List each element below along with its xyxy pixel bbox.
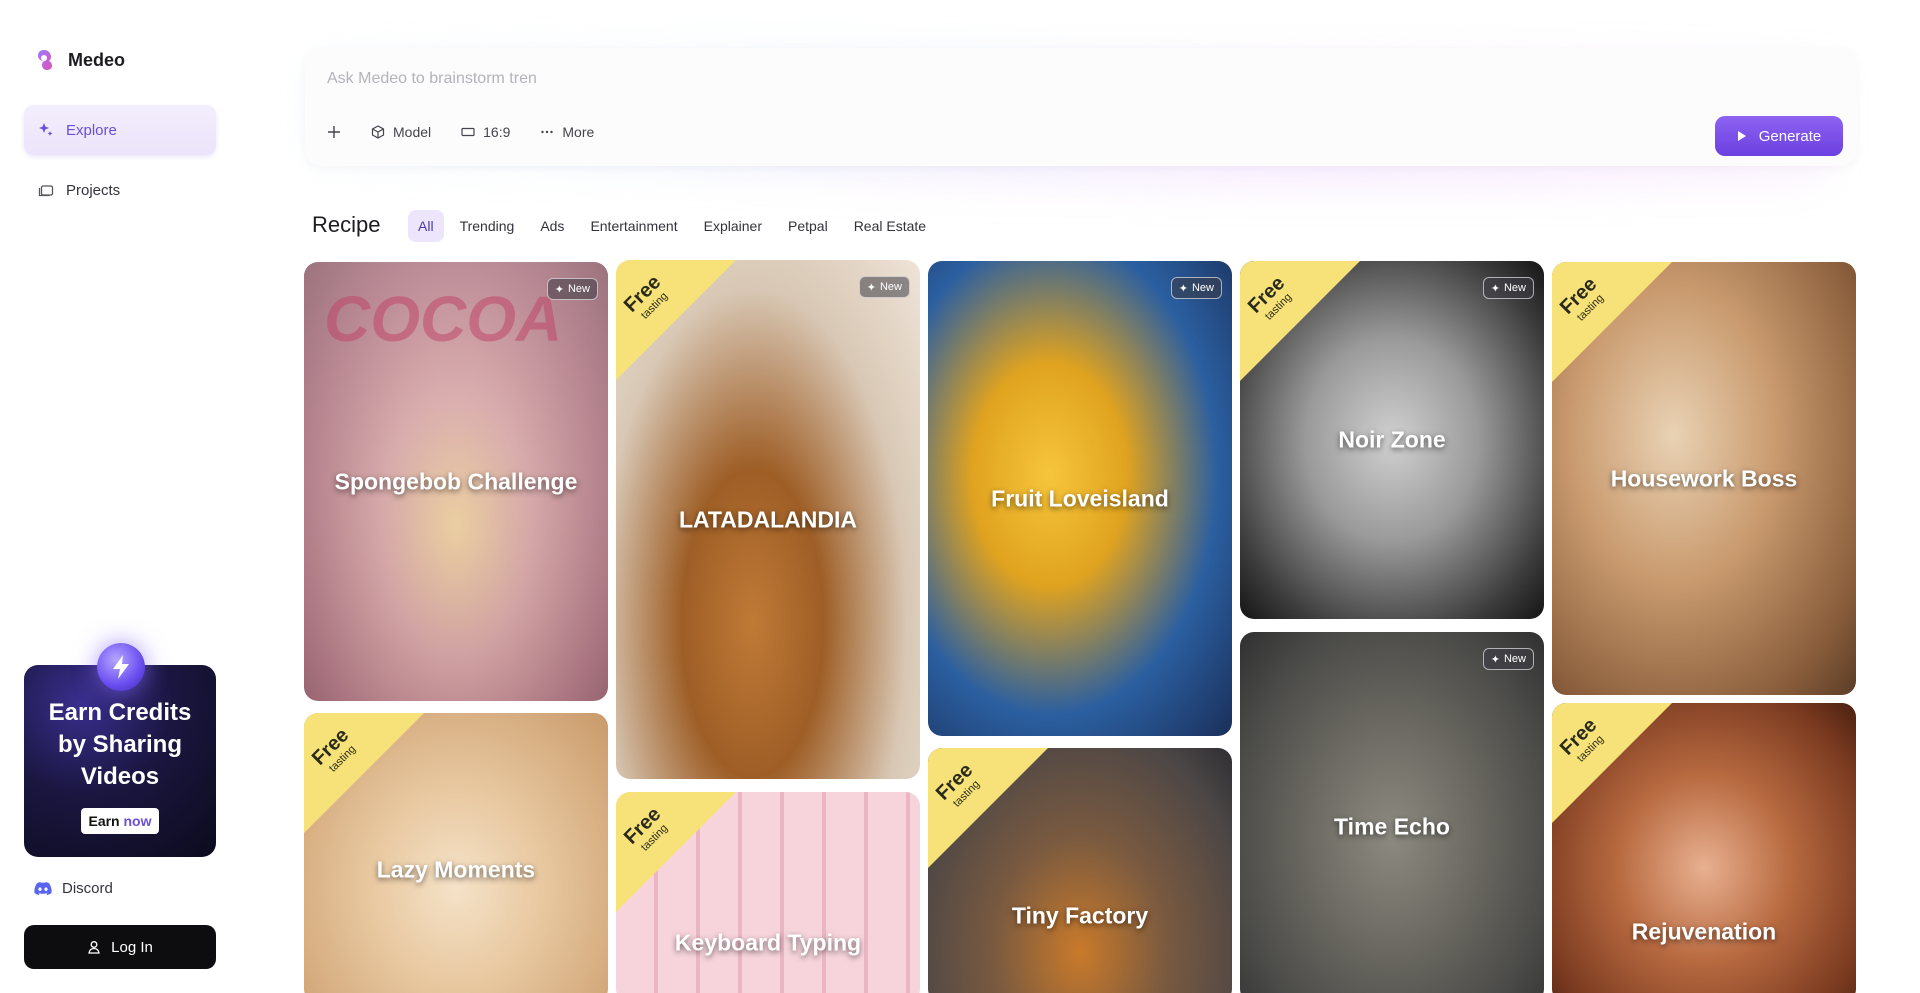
sidebar-item-label: Projects (66, 181, 121, 199)
more-button[interactable]: More (540, 124, 594, 140)
new-badge-label: New (879, 281, 902, 293)
ribbon-shape (1240, 261, 1360, 381)
earn-now-prefix: Earn (88, 813, 124, 829)
plus-icon (328, 126, 340, 138)
generate-label: Generate (1758, 127, 1822, 145)
new-badge: ✦ New (1482, 277, 1534, 299)
recipe-heading: Recipe (312, 212, 381, 237)
free-tasting-ribbon: Free tasting (1552, 703, 1672, 823)
recipe-card-spongebob-challenge[interactable]: COCOA ✦ New Spongebob Challenge (304, 262, 608, 701)
cube-icon (371, 125, 385, 139)
sparkle-icon: ✦ (866, 281, 876, 294)
graffiti-text: COCOA (324, 283, 563, 355)
new-badge: ✦ New (546, 278, 598, 300)
new-badge: ✦ New (1170, 277, 1222, 299)
new-badge-label: New (1191, 282, 1214, 294)
discord-link[interactable]: Discord (34, 880, 113, 897)
ribbon-shape (304, 713, 424, 833)
model-label: Model (393, 124, 432, 140)
card-title: Noir Zone (1338, 426, 1446, 453)
ellipsis-icon (541, 130, 554, 134)
tab-all[interactable]: All (408, 210, 444, 242)
folder-stack-icon (38, 185, 54, 197)
sidebar-item-projects[interactable]: Projects (24, 165, 216, 215)
new-badge: ✦ New (1482, 648, 1534, 670)
more-label: More (562, 124, 595, 140)
recipe-card-latadalandia[interactable]: Free tasting ✦ New LATADALANDIA (616, 260, 920, 779)
free-tasting-ribbon: Free tasting (1240, 261, 1360, 381)
ratio-label: 16:9 (483, 124, 511, 140)
prompt-box: Model 16:9 More Generate (305, 48, 1857, 166)
add-button[interactable] (327, 125, 341, 139)
tab-ads[interactable]: Ads (530, 210, 574, 242)
free-tasting-ribbon: Free tasting (616, 792, 736, 912)
recipe-card-lazy-moments[interactable]: Free tasting Lazy Moments (304, 713, 608, 993)
tab-petpal[interactable]: Petpal (778, 210, 838, 242)
app-root: Medeo Explore Projects Earn Credits by S… (0, 0, 1920, 993)
aspect-ratio-icon (461, 127, 475, 137)
discord-label: Discord (62, 880, 113, 897)
user-icon (88, 941, 100, 954)
sparkle-icon (39, 123, 53, 136)
recipe-card-time-echo[interactable]: ✦ New Time Echo (1240, 632, 1544, 993)
card-title: Time Echo (1334, 813, 1450, 840)
earn-credits-promo[interactable]: Earn Credits by Sharing Videos Earn now (24, 643, 216, 857)
login-label: Log In (111, 938, 153, 956)
recipe-card-tiny-factory[interactable]: Free tasting Tiny Factory (928, 748, 1232, 993)
card-title: LATADALANDIA (678, 506, 857, 532)
free-tasting-ribbon: Free tasting (1552, 262, 1672, 382)
tab-entertainment[interactable]: Entertainment (580, 210, 687, 242)
app-name: Medeo (68, 49, 126, 70)
recipe-card-fruit-loveisland[interactable]: ✦ New Fruit Loveisland (928, 261, 1232, 736)
login-button[interactable]: Log In (24, 925, 216, 969)
card-title: Fruit Loveisland (991, 485, 1169, 511)
sparkle-icon: ✦ (1490, 653, 1500, 666)
card-title: Rejuvenation (1631, 918, 1777, 945)
ribbon-shape (1552, 262, 1672, 382)
prompt-input[interactable] (327, 66, 1327, 92)
sparkle-icon: ✦ (1490, 282, 1500, 295)
promo-title: Earn Credits by Sharing Videos (48, 699, 192, 790)
generate-button[interactable]: Generate (1715, 116, 1843, 156)
new-badge-label: New (1503, 282, 1526, 294)
tab-trending[interactable]: Trending (450, 210, 525, 242)
free-tasting-ribbon: Free tasting (304, 713, 424, 833)
card-title: Spongebob Challenge (334, 468, 578, 494)
ribbon-shape (928, 748, 1048, 868)
recipe-card-keyboard-typing[interactable]: Free tasting Keyboard Typing (616, 792, 920, 993)
card-title: Lazy Moments (376, 856, 536, 883)
new-badge-label: New (1503, 653, 1526, 665)
sidebar-item-explore[interactable]: Explore (24, 105, 216, 155)
ribbon-shape (616, 792, 736, 912)
card-title: Keyboard Typing (674, 929, 862, 956)
brand[interactable]: Medeo (32, 48, 125, 72)
play-icon (1737, 131, 1746, 141)
lightning-bolt-icon (97, 643, 145, 691)
aspect-ratio-button[interactable]: 16:9 (461, 124, 510, 140)
new-badge: ✦ New (858, 276, 910, 298)
discord-icon (34, 881, 52, 895)
card-title: Tiny Factory (1011, 902, 1149, 929)
new-badge-label: New (567, 283, 590, 295)
model-button[interactable]: Model (371, 124, 431, 140)
ribbon-shape (616, 260, 736, 380)
earn-now-button[interactable]: Earn now (81, 808, 159, 834)
tab-real-estate[interactable]: Real Estate (844, 210, 936, 242)
recipe-card-noir-zone[interactable]: Free tasting ✦ New Noir Zone (1240, 261, 1544, 619)
prompt-toolbar: Model 16:9 More (327, 124, 594, 140)
free-tasting-ribbon: Free tasting (616, 260, 736, 380)
medeo-logo-icon (38, 50, 52, 70)
sparkle-icon: ✦ (1178, 282, 1188, 295)
tab-explainer[interactable]: Explainer (694, 210, 772, 242)
recipe-card-rejuvenation[interactable]: Free tasting Rejuvenation (1552, 703, 1856, 993)
earn-now-highlight: now (123, 813, 152, 829)
recipe-tabs: All Trending Ads Entertainment Explainer… (408, 210, 936, 242)
sidebar: Medeo Explore Projects Earn Credits by S… (0, 0, 240, 993)
free-tasting-ribbon: Free tasting (928, 748, 1048, 868)
recipe-card-housework-boss[interactable]: Free tasting Housework Boss (1552, 262, 1856, 695)
card-title: Housework Boss (1610, 465, 1798, 491)
sparkle-icon: ✦ (554, 283, 564, 296)
sidebar-item-label: Explore (66, 121, 117, 139)
ribbon-shape (1552, 703, 1672, 823)
